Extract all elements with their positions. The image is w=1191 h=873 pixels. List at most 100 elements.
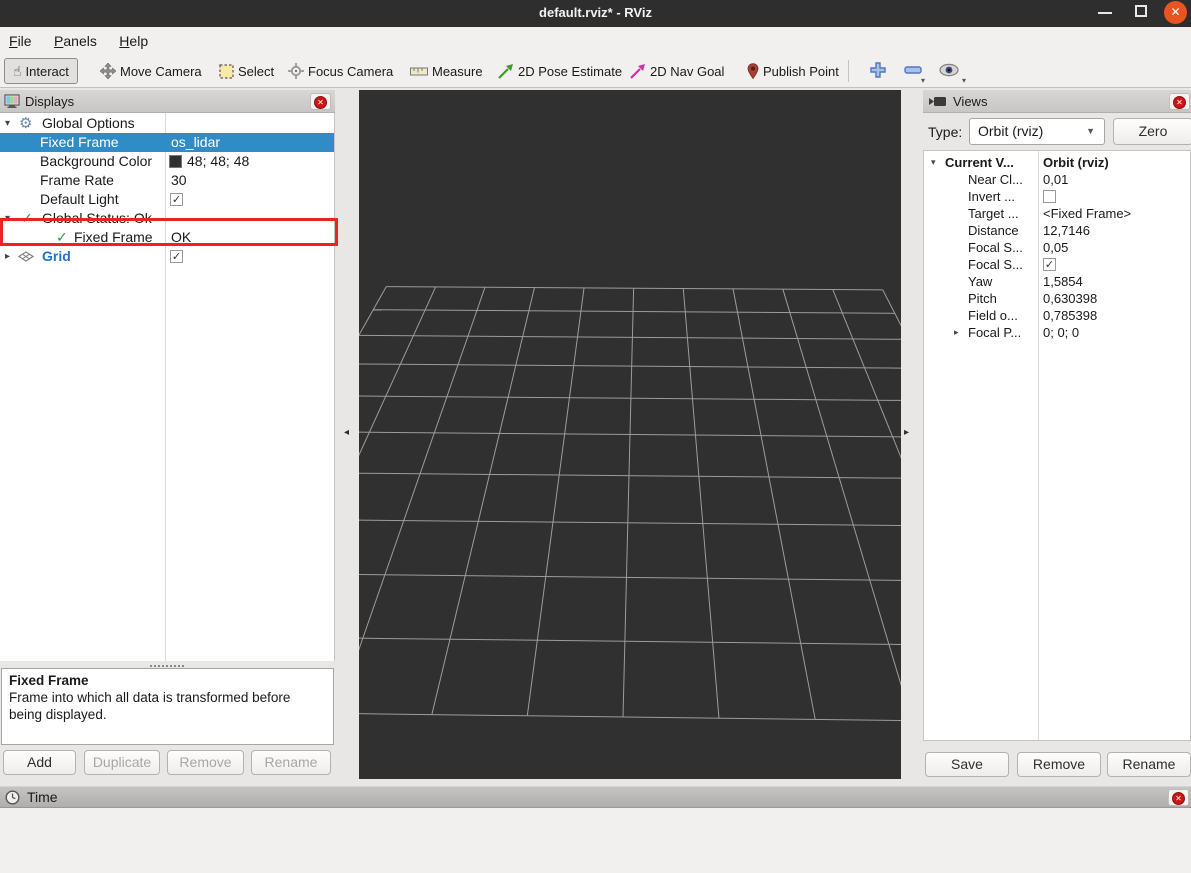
- row-value[interactable]: 0,785398: [1043, 307, 1097, 324]
- tool-measure[interactable]: Measure: [410, 58, 483, 84]
- tool-interact[interactable]: ☝ Interact: [4, 58, 78, 84]
- row-label: Invert ...: [968, 188, 1037, 205]
- collapse-arrow-icon[interactable]: ▾: [5, 209, 10, 228]
- view-type-dropdown[interactable]: Orbit (rviz) ▼: [969, 118, 1105, 145]
- row-value[interactable]: 0,630398: [1043, 290, 1097, 307]
- minimize-button[interactable]: [1098, 12, 1112, 14]
- displays-panel-header[interactable]: Displays ✕: [0, 90, 335, 113]
- collapse-arrow-icon[interactable]: ▾: [5, 114, 10, 133]
- interact-hand-icon: ☝: [13, 63, 22, 80]
- save-button[interactable]: Save: [925, 752, 1009, 777]
- collapse-right-panel-arrow[interactable]: ▸: [904, 427, 909, 438]
- tool-select[interactable]: Select: [219, 58, 274, 84]
- tree-row-fixed-frame[interactable]: Fixed Frame os_lidar: [0, 133, 334, 152]
- tree-row-frame-rate[interactable]: Frame Rate 30: [0, 171, 334, 190]
- window-title: default.rviz* - RViz: [0, 5, 1191, 20]
- close-button[interactable]: ✕: [1164, 1, 1187, 24]
- tree-row-grid[interactable]: ▸ Grid ✓: [0, 247, 334, 266]
- viewport-3d[interactable]: [359, 90, 901, 779]
- row-label: Global Status: Ok: [42, 209, 152, 228]
- grid-enabled-checkbox[interactable]: ✓: [170, 250, 183, 263]
- collapse-arrow-icon[interactable]: ▾: [931, 154, 936, 171]
- displays-close-button[interactable]: ✕: [310, 93, 331, 110]
- default-light-checkbox[interactable]: ✓: [170, 193, 183, 206]
- views-row-field-of-view[interactable]: Field o... 0,785398: [924, 307, 1190, 324]
- rename-button[interactable]: Rename: [251, 750, 331, 775]
- views-row-invert-z[interactable]: Invert ...: [924, 188, 1190, 205]
- tool-label: Interact: [26, 64, 69, 79]
- tree-row-default-light[interactable]: Default Light ✓: [0, 190, 334, 209]
- tree-row-background-color[interactable]: Background Color 48; 48; 48: [0, 152, 334, 171]
- views-row-focal-shape-size[interactable]: Focal S... 0,05: [924, 239, 1190, 256]
- row-label: Target ...: [968, 205, 1037, 222]
- invert-z-checkbox[interactable]: [1043, 190, 1056, 203]
- views-rename-button[interactable]: Rename: [1107, 752, 1191, 777]
- frame-rate-value[interactable]: 30: [171, 171, 187, 190]
- background-color-value[interactable]: 48; 48; 48: [187, 152, 249, 171]
- menu-help[interactable]: Help: [110, 32, 157, 50]
- views-row-yaw[interactable]: Yaw 1,5854: [924, 273, 1190, 290]
- views-panel-header[interactable]: Views ✕: [923, 90, 1191, 113]
- tree-row-fixed-frame-status[interactable]: ✓ Fixed Frame OK: [0, 228, 334, 247]
- fixed-frame-value[interactable]: os_lidar: [171, 133, 220, 152]
- zoom-in-button[interactable]: [868, 60, 888, 80]
- expand-arrow-icon[interactable]: ▸: [5, 247, 10, 266]
- measure-ruler-icon: [410, 67, 428, 76]
- time-close-button[interactable]: ✕: [1168, 789, 1189, 806]
- menu-bar: File Panels Help: [0, 27, 1191, 54]
- views-row-near-clip[interactable]: Near Cl... 0,01: [924, 171, 1190, 188]
- zoom-out-button[interactable]: [903, 65, 923, 75]
- tree-row-global-status[interactable]: ▾ ✓ Global Status: Ok: [0, 209, 334, 228]
- focal-shape-checkbox[interactable]: ✓: [1043, 258, 1056, 271]
- visibility-dropdown-arrow[interactable]: ▾: [962, 76, 966, 85]
- row-value[interactable]: 0,05: [1043, 239, 1068, 256]
- row-label: Focal S...: [968, 256, 1037, 273]
- row-value[interactable]: 12,7146: [1043, 222, 1090, 239]
- visibility-button[interactable]: [938, 63, 960, 77]
- close-icon: ✕: [314, 96, 327, 109]
- menu-panels[interactable]: Panels: [45, 32, 106, 50]
- duplicate-button[interactable]: Duplicate: [84, 750, 160, 775]
- row-value[interactable]: <Fixed Frame>: [1043, 205, 1131, 222]
- row-label: Fixed Frame: [74, 228, 153, 247]
- time-panel-header[interactable]: Time ✕: [0, 786, 1191, 808]
- titlebar[interactable]: default.rviz* - RViz ✕: [0, 0, 1191, 27]
- remove-button[interactable]: Remove: [167, 750, 244, 775]
- zoom-out-dropdown-arrow[interactable]: ▾: [921, 76, 925, 85]
- views-row-target-frame[interactable]: Target ... <Fixed Frame>: [924, 205, 1190, 222]
- tool-move-camera[interactable]: Move Camera: [100, 58, 202, 84]
- views-row-current-view[interactable]: ▾ Current V... Orbit (rviz): [924, 154, 1190, 171]
- row-label: Focal P...: [968, 324, 1037, 341]
- row-label: Pitch: [968, 290, 1037, 307]
- add-button[interactable]: Add: [3, 750, 76, 775]
- row-value[interactable]: 0; 0; 0: [1043, 324, 1079, 341]
- minus-icon: [903, 65, 923, 75]
- zero-button[interactable]: Zero: [1113, 118, 1191, 145]
- status-ok-check-icon: ✓: [56, 228, 68, 247]
- close-icon: ✕: [1173, 96, 1186, 109]
- color-swatch[interactable]: [169, 155, 182, 168]
- tool-publish-point[interactable]: Publish Point: [747, 58, 839, 84]
- views-remove-button[interactable]: Remove: [1017, 752, 1101, 777]
- tool-label: 2D Nav Goal: [650, 64, 724, 79]
- menu-file[interactable]: File: [0, 32, 41, 50]
- views-row-distance[interactable]: Distance 12,7146: [924, 222, 1190, 239]
- tool-2d-nav-goal[interactable]: 2D Nav Goal: [630, 58, 724, 84]
- row-value[interactable]: 0,01: [1043, 171, 1068, 188]
- collapse-left-panel-arrow[interactable]: ◂: [344, 427, 349, 438]
- views-row-pitch[interactable]: Pitch 0,630398: [924, 290, 1190, 307]
- tool-focus-camera[interactable]: Focus Camera: [288, 58, 393, 84]
- focus-camera-icon: [288, 63, 304, 79]
- views-close-button[interactable]: ✕: [1169, 93, 1190, 110]
- expand-arrow-icon[interactable]: ▸: [954, 324, 959, 341]
- views-row-focal-shape-fixed[interactable]: Focal S... ✓: [924, 256, 1190, 273]
- displays-monitor-icon: [4, 94, 20, 109]
- row-value[interactable]: 1,5854: [1043, 273, 1083, 290]
- tool-label: Focus Camera: [308, 64, 393, 79]
- splitter-handle[interactable]: [150, 665, 184, 667]
- tool-2d-pose-estimate[interactable]: 2D Pose Estimate: [498, 58, 622, 84]
- maximize-button[interactable]: [1135, 5, 1147, 17]
- views-row-focal-point[interactable]: ▸ Focal P... 0; 0; 0: [924, 324, 1190, 341]
- tree-row-global-options[interactable]: ▾ ⚙ Global Options: [0, 114, 334, 133]
- row-label: Grid: [42, 247, 71, 266]
